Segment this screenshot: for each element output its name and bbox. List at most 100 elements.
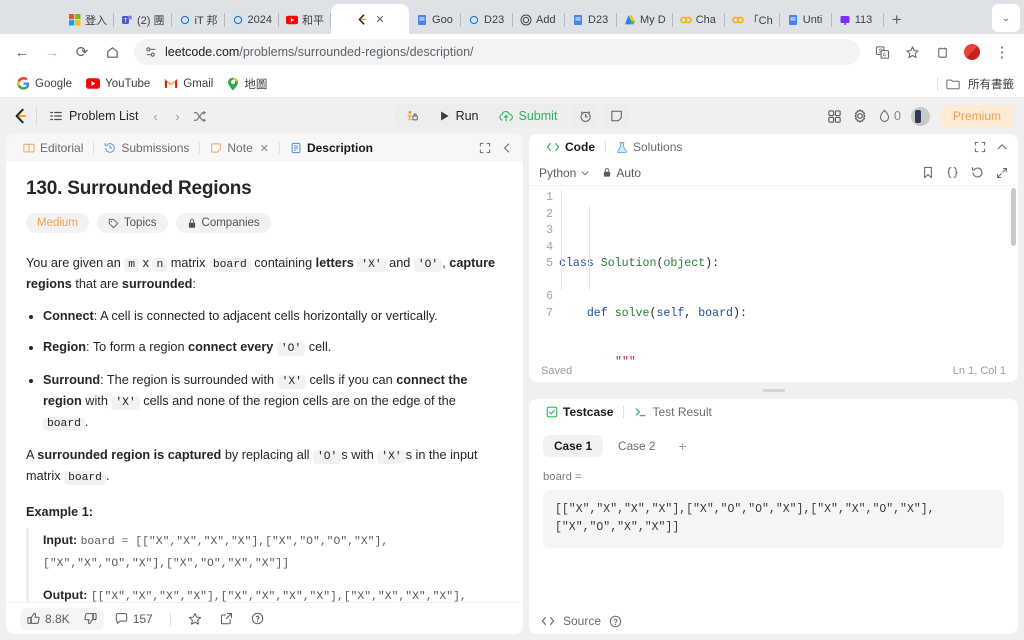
upvote-button[interactable]: 8.8K — [20, 608, 77, 630]
tab-solutions[interactable]: Solutions — [609, 137, 689, 157]
topics-button[interactable]: Topics — [96, 213, 168, 233]
case-tab-2[interactable]: Case 2 — [607, 435, 666, 457]
case-tab-1[interactable]: Case 1 — [543, 435, 604, 457]
comments-count: 157 — [132, 611, 153, 626]
help-circle-icon[interactable] — [609, 615, 622, 628]
example-input-row: Input: board = [["X","X","X","X"],["X","… — [43, 530, 503, 574]
bookmark-icon[interactable] — [922, 166, 934, 179]
google-docs-icon — [416, 14, 428, 26]
add-case-button[interactable]: + — [670, 436, 694, 456]
timer-icon[interactable] — [572, 104, 599, 128]
browser-tab[interactable]: 113 — [832, 6, 884, 34]
streak-counter[interactable]: 0 — [878, 109, 901, 123]
problem-list-button[interactable]: Problem List — [43, 105, 144, 127]
browser-tab[interactable]: iT 邦 — [172, 6, 225, 34]
tab-test-result[interactable]: Test Result — [627, 402, 718, 422]
browser-tab[interactable]: Unti — [780, 6, 832, 34]
browser-tab[interactable]: D23 — [565, 6, 618, 34]
close-icon[interactable]: ✕ — [375, 13, 384, 26]
home-button[interactable] — [98, 38, 126, 66]
gear-icon[interactable] — [852, 108, 868, 124]
bookmark-gmail[interactable]: Gmail — [157, 75, 220, 93]
code-editor[interactable]: 1 2 3 4 5 6 7 class Solution(object): de… — [529, 186, 1018, 360]
fullscreen-icon[interactable] — [996, 167, 1008, 179]
comments-button[interactable]: 157 — [108, 608, 160, 630]
bookmark-google[interactable]: Google — [10, 74, 79, 93]
bookmark-maps[interactable]: 地圖 — [220, 73, 274, 95]
expand-icon[interactable] — [974, 141, 986, 153]
browser-tab[interactable]: Cha — [673, 6, 725, 34]
next-problem-button[interactable]: › — [166, 105, 188, 127]
user-avatar[interactable] — [910, 106, 930, 126]
tab-testcase[interactable]: Testcase — [539, 402, 620, 422]
tab-description[interactable]: Description — [283, 138, 380, 158]
run-button[interactable]: Run — [429, 104, 489, 128]
layout-grid-icon[interactable] — [827, 109, 842, 124]
play-icon — [439, 110, 451, 122]
tab-submissions[interactable]: Submissions — [97, 138, 196, 158]
browser-tab[interactable]: 「Ch — [725, 6, 780, 34]
site-settings-icon[interactable] — [144, 45, 158, 59]
browser-tab[interactable]: D23 — [461, 6, 514, 34]
leetcode-logo-icon[interactable] — [10, 106, 30, 126]
chevron-up-icon[interactable] — [996, 141, 1008, 153]
bookmark-youtube[interactable]: YouTube — [79, 74, 157, 93]
share-button[interactable] — [213, 608, 240, 629]
premium-button[interactable]: Premium — [939, 105, 1014, 127]
browser-tab[interactable]: My D — [617, 6, 673, 34]
forward-button[interactable]: → — [38, 38, 66, 66]
submit-button[interactable]: Submit — [489, 104, 568, 128]
inline-code-o: 'O' — [276, 342, 306, 357]
testcase-input-field[interactable]: [["X","X","X","X"],["X","O","O","X"],["X… — [543, 490, 1004, 548]
debugger-icon[interactable] — [395, 104, 429, 128]
browser-tab-active-leetcode[interactable]: ✕ — [331, 4, 410, 34]
translate-icon[interactable]: 文A — [868, 38, 896, 66]
favorite-button[interactable] — [181, 608, 209, 630]
profile-avatar-icon[interactable] — [958, 38, 986, 66]
line-number: 1 — [546, 191, 553, 204]
tab-note[interactable]: Note ✕ — [203, 138, 276, 158]
tab-code[interactable]: Code — [539, 137, 602, 157]
editor-scrollbar[interactable] — [1011, 188, 1016, 246]
browser-tab-label: Add — [536, 14, 556, 26]
bookmark-star-icon[interactable] — [898, 38, 926, 66]
shuffle-icon[interactable] — [188, 105, 210, 127]
browser-tab[interactable]: Goo — [409, 6, 462, 34]
browser-tab[interactable]: Add — [513, 6, 566, 34]
code-text[interactable]: class Solution(object): def solve(self, … — [559, 186, 1018, 360]
close-icon[interactable]: ✕ — [260, 142, 269, 155]
source-label[interactable]: Source — [563, 614, 601, 628]
code-toolbar: Python Auto — [529, 160, 1018, 186]
reset-icon[interactable] — [971, 166, 984, 179]
reload-button[interactable]: ⟳ — [68, 38, 96, 66]
more-menu-icon[interactable]: ⋮ — [988, 38, 1016, 66]
chevron-left-icon[interactable] — [501, 142, 513, 154]
browser-tab[interactable]: 和平 — [279, 6, 332, 34]
downvote-button[interactable] — [77, 608, 104, 629]
code-icon — [546, 141, 560, 153]
code-panel-controls — [974, 141, 1008, 153]
format-braces-icon[interactable] — [946, 166, 959, 179]
browser-tab[interactable]: 2024 — [225, 6, 280, 34]
browser-tab[interactable]: 登入 — [62, 6, 114, 34]
new-tab-button[interactable]: + — [884, 6, 910, 34]
language-label: Python — [539, 165, 577, 180]
ithome-icon — [231, 14, 244, 26]
panel-resize-handle[interactable] — [529, 388, 1018, 393]
extensions-icon[interactable] — [928, 38, 956, 66]
google-icon — [17, 77, 30, 90]
tab-search-chevron-icon[interactable]: ⌄ — [992, 4, 1020, 32]
auto-complete-toggle[interactable]: Auto — [602, 166, 641, 180]
address-bar[interactable]: leetcode.com/problems/surrounded-regions… — [134, 39, 860, 65]
all-bookmarks[interactable]: 所有書籤 — [937, 76, 1014, 92]
language-selector[interactable]: Python — [539, 166, 590, 180]
tab-editorial[interactable]: Editorial — [16, 138, 90, 158]
companies-button[interactable]: Companies — [175, 213, 271, 233]
prev-problem-button[interactable]: ‹ — [144, 105, 166, 127]
note-icon[interactable] — [603, 104, 630, 128]
help-button[interactable] — [244, 608, 271, 629]
expand-icon[interactable] — [479, 142, 491, 154]
inline-code-x: 'X' — [111, 396, 140, 411]
back-button[interactable]: ← — [8, 38, 36, 66]
browser-tab[interactable]: T (2) 團 — [114, 6, 172, 34]
